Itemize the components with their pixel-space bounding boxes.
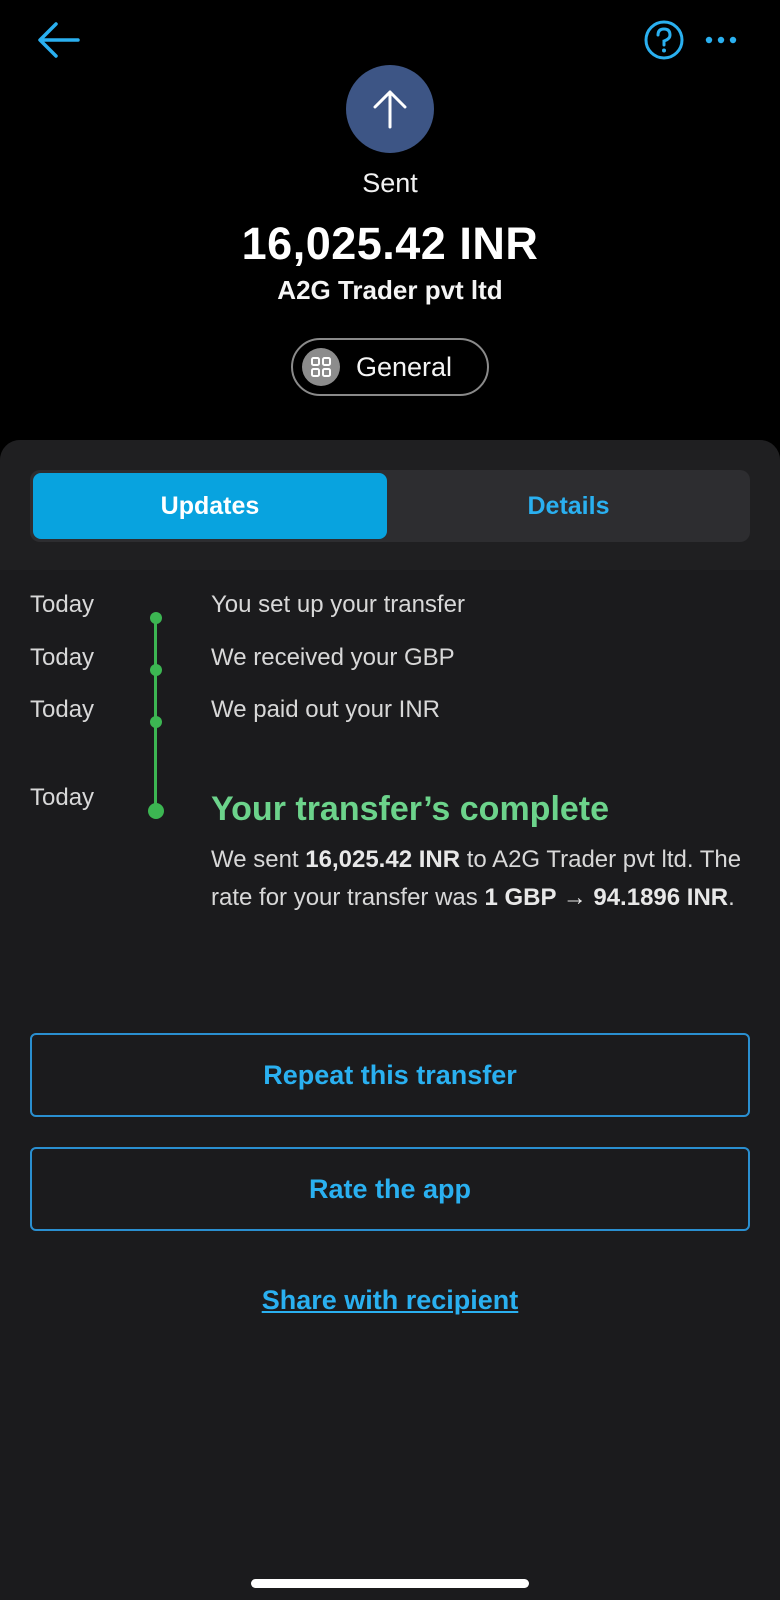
timeline-event: We received your GBP — [211, 644, 455, 671]
category-label: General — [356, 351, 453, 382]
desc-text: . — [728, 884, 735, 911]
question-circle-icon — [644, 20, 684, 60]
status-badge — [346, 65, 434, 153]
timeline-date: Today — [30, 696, 95, 723]
category-chip[interactable]: General — [291, 338, 489, 396]
timeline-date: Today — [30, 591, 95, 618]
rate-app-button[interactable]: Rate the app — [30, 1147, 750, 1231]
timeline-date: Today — [30, 644, 95, 671]
transfer-amount: 16,025.42 INR — [241, 218, 539, 269]
grid-icon — [302, 348, 340, 386]
complete-description: We sent 16,025.42 INR to A2G Trader pvt … — [211, 841, 756, 917]
timeline-dot — [148, 803, 164, 819]
arrow-left-icon — [38, 22, 80, 58]
desc-text: We sent — [211, 846, 306, 873]
timeline-event: We paid out your INR — [211, 696, 440, 723]
help-button[interactable] — [642, 18, 686, 62]
timeline-dot — [150, 664, 162, 676]
home-indicator — [251, 1579, 529, 1588]
timeline-date: Today — [30, 784, 95, 811]
share-with-recipient-link[interactable]: Share with recipient — [0, 1285, 780, 1316]
segmented-tabs: Updates Details — [30, 470, 750, 542]
complete-title: Your transfer’s complete — [211, 790, 610, 828]
timeline-line — [154, 617, 157, 813]
timeline-dot — [150, 716, 162, 728]
ellipsis-icon — [705, 36, 737, 44]
more-options-button[interactable] — [700, 22, 744, 58]
tabs-header: Updates Details — [0, 440, 780, 570]
back-button[interactable] — [34, 18, 82, 62]
desc-rate: 1 GBP → 94.1896 INR — [484, 884, 729, 911]
recipient-name: A2G Trader pvt ltd — [277, 275, 503, 305]
repeat-transfer-button[interactable]: Repeat this transfer — [30, 1033, 750, 1117]
tab-details[interactable]: Details — [390, 473, 747, 539]
tab-updates[interactable]: Updates — [33, 473, 387, 539]
timeline-dot — [150, 612, 162, 624]
status-label: Sent — [362, 168, 418, 198]
desc-amount: 16,025.42 INR — [305, 846, 461, 873]
timeline-event: You set up your transfer — [211, 591, 465, 618]
arrow-up-icon — [373, 90, 407, 129]
